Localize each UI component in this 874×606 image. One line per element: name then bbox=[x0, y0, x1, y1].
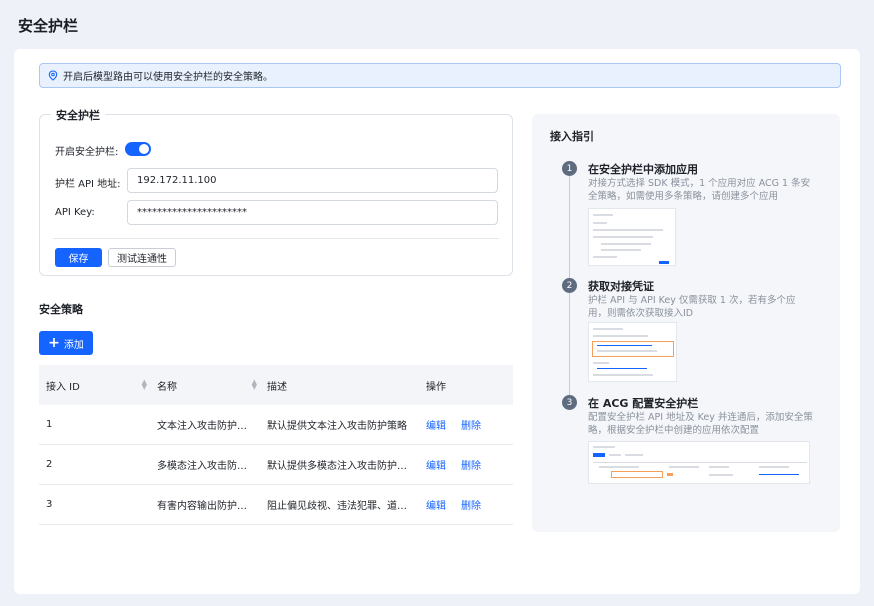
add-label: 添加 bbox=[63, 339, 84, 351]
plus-icon: + bbox=[48, 335, 60, 351]
row-id: 3 bbox=[46, 499, 53, 510]
column-header-name[interactable]: 名称 ▲ ▼ bbox=[157, 378, 267, 393]
table-row: 3 有害内容输出防护策略 阻止偏见歧视、违法犯罪、道德… 编辑 删除 bbox=[39, 485, 513, 525]
step-title: 获取对接凭证 bbox=[588, 280, 654, 293]
step-number: 2 bbox=[562, 278, 577, 293]
policies-table: 接入 ID ▲ ▼ 名称 ▲ ▼ 描述 操作 1 文本注入攻击防护策略 默认提供文本… bbox=[39, 365, 513, 525]
api-address-input[interactable]: 192.172.11.100 bbox=[127, 168, 498, 193]
info-alert: 开启后模型路由可以使用安全护栏的安全策略。 bbox=[39, 63, 841, 88]
edit-link[interactable]: 编辑 bbox=[426, 457, 446, 472]
row-desc: 默认提供文本注入攻击防护策略 bbox=[267, 421, 407, 432]
step-desc: 配置安全护栏 API 地址及 Key 并连通后，添加安全策略，根据安全护栏中创建… bbox=[588, 412, 813, 436]
api-address-label: 护栏 API 地址: bbox=[55, 179, 121, 190]
guardrail-settings: 安全护栏 开启安全护栏: 护栏 API 地址: 192.172.11.100 A… bbox=[39, 107, 513, 276]
api-key-input[interactable]: ********************** bbox=[127, 200, 498, 225]
edit-link[interactable]: 编辑 bbox=[426, 497, 446, 512]
api-key-label: API Key: bbox=[55, 207, 95, 218]
guide-title: 接入指引 bbox=[550, 130, 594, 143]
delete-link[interactable]: 删除 bbox=[461, 497, 481, 512]
row-name: 文本注入攻击防护策略 bbox=[157, 421, 255, 432]
guardrail-legend: 安全护栏 bbox=[51, 107, 105, 123]
alert-text: 开启后模型路由可以使用安全护栏的安全策略。 bbox=[63, 72, 273, 83]
test-connection-button[interactable]: 测试连通性 bbox=[108, 248, 176, 267]
step-desc: 护栏 API 与 API Key 仅需获取 1 次，若有多个应用，则需依次获取接… bbox=[588, 295, 796, 319]
column-header-actions: 操作 bbox=[426, 381, 446, 393]
step-screenshot[interactable] bbox=[588, 208, 676, 266]
enable-label: 开启安全护栏: bbox=[55, 147, 119, 158]
row-id: 2 bbox=[46, 459, 53, 470]
step-screenshot[interactable] bbox=[588, 441, 810, 484]
integration-guide: 接入指引 1 在安全护栏中添加应用 对接方式选择 SDK 模式，1 个应用对应 … bbox=[532, 114, 840, 532]
sort-icon[interactable]: ▲ ▼ bbox=[142, 379, 147, 391]
step-number: 1 bbox=[562, 161, 577, 176]
row-id: 1 bbox=[46, 419, 53, 430]
step-screenshot[interactable] bbox=[588, 322, 677, 382]
form-divider bbox=[53, 238, 499, 239]
enable-guardrail-toggle[interactable] bbox=[125, 142, 151, 156]
row-name: 有害内容输出防护策略 bbox=[157, 501, 255, 512]
row-desc: 默认提供多模态注入攻击防护策略 bbox=[267, 461, 412, 472]
column-header-id[interactable]: 接入 ID ▲ ▼ bbox=[39, 378, 157, 393]
toggle-knob bbox=[139, 144, 149, 154]
table-header: 接入 ID ▲ ▼ 名称 ▲ ▼ 描述 操作 bbox=[39, 365, 513, 405]
policies-title: 安全策略 bbox=[39, 303, 83, 316]
edit-link[interactable]: 编辑 bbox=[426, 417, 446, 432]
step-desc: 对接方式选择 SDK 模式，1 个应用对应 ACG 1 条安全策略，如需使用多条… bbox=[588, 178, 811, 202]
table-row: 1 文本注入攻击防护策略 默认提供文本注入攻击防护策略 编辑 删除 bbox=[39, 405, 513, 445]
location-pin-icon bbox=[48, 70, 58, 81]
add-policy-button[interactable]: + 添加 bbox=[39, 331, 93, 355]
step-title: 在安全护栏中添加应用 bbox=[588, 163, 698, 176]
sort-icon[interactable]: ▲ ▼ bbox=[252, 379, 257, 391]
column-header-desc: 描述 bbox=[267, 381, 287, 393]
delete-link[interactable]: 删除 bbox=[461, 417, 481, 432]
step-number: 3 bbox=[562, 395, 577, 410]
step-title: 在 ACG 配置安全护栏 bbox=[588, 397, 699, 410]
row-name: 多模态注入攻击防护… bbox=[157, 461, 255, 472]
main-card: 开启后模型路由可以使用安全护栏的安全策略。 安全护栏 开启安全护栏: 护栏 AP… bbox=[14, 49, 860, 594]
save-button[interactable]: 保存 bbox=[55, 248, 102, 267]
row-desc: 阻止偏见歧视、违法犯罪、道德… bbox=[267, 501, 412, 512]
page-title: 安全护栏 bbox=[18, 17, 79, 35]
table-row: 2 多模态注入攻击防护… 默认提供多模态注入攻击防护策略 编辑 删除 bbox=[39, 445, 513, 485]
delete-link[interactable]: 删除 bbox=[461, 457, 481, 472]
